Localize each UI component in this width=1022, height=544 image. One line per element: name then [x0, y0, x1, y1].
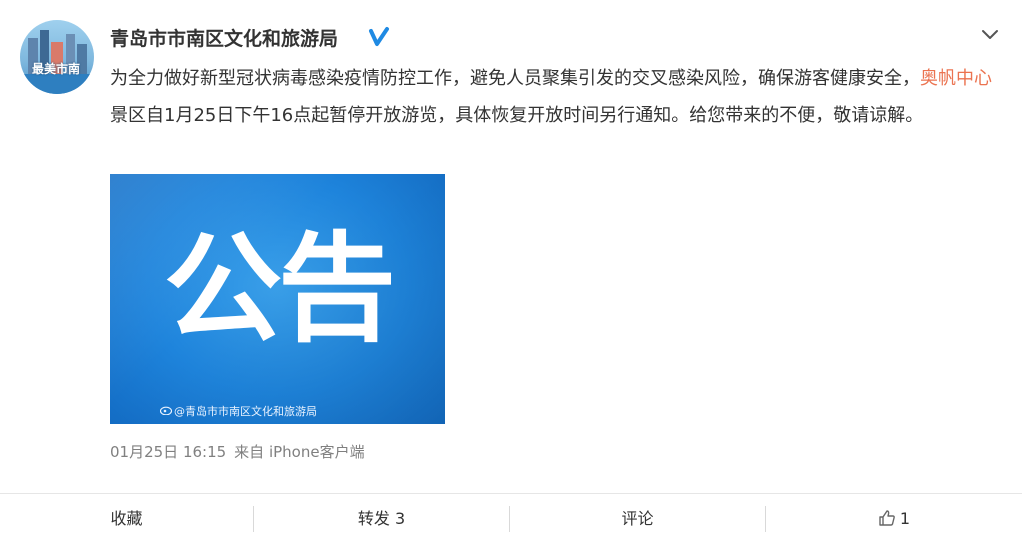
post-source: 来自 iPhone客户端: [234, 443, 365, 461]
comment-button[interactable]: 评论: [510, 494, 765, 542]
avatar[interactable]: 最美市南: [20, 20, 94, 94]
weibo-post-card: 最美市南 青岛市市南区文化和旅游局 为全力做好新型冠状病毒感染疫情防控工作，避免…: [0, 0, 1022, 542]
post-time[interactable]: 01月25日 16:15: [110, 443, 226, 461]
like-button[interactable]: 1: [766, 494, 1022, 542]
thumbs-up-icon: [879, 510, 895, 526]
post-text-before: 为全力做好新型冠状病毒感染疫情防控工作，避免人员聚集引发的交叉感染风险，确保游客…: [110, 68, 920, 89]
repost-label: 转发 3: [357, 509, 406, 528]
comment-label: 评论: [621, 509, 654, 528]
avatar-text: 最美市南: [32, 62, 81, 76]
post-meta: 01月25日 16:15 来自 iPhone客户端: [110, 441, 365, 462]
poster-title: 公告: [163, 220, 396, 358]
like-count: 1: [899, 509, 911, 528]
chevron-down-icon[interactable]: [980, 28, 1000, 42]
verified-icon: [369, 27, 389, 46]
avatar-sea: [20, 74, 94, 94]
weibo-logo-icon: [160, 406, 172, 415]
post-image[interactable]: 公告 @青岛市市南区文化和旅游局: [110, 174, 445, 424]
favorite-button[interactable]: 收藏: [0, 494, 253, 542]
author-name[interactable]: 青岛市市南区文化和旅游局: [110, 24, 338, 51]
image-watermark: @青岛市市南区文化和旅游局: [174, 405, 317, 418]
action-bar: 收藏 转发 3 评论 1: [0, 494, 1022, 542]
topic-link[interactable]: 奥帆中心: [920, 68, 992, 89]
post-text: 为全力做好新型冠状病毒感染疫情防控工作，避免人员聚集引发的交叉感染风险，确保游客…: [110, 60, 1000, 134]
favorite-label: 收藏: [110, 509, 143, 528]
post-text-after: 景区自1月25日下午16点起暂停开放游览，具体恢复开放时间另行通知。给您带来的不…: [110, 105, 924, 126]
repost-button[interactable]: 转发 3: [254, 494, 509, 542]
